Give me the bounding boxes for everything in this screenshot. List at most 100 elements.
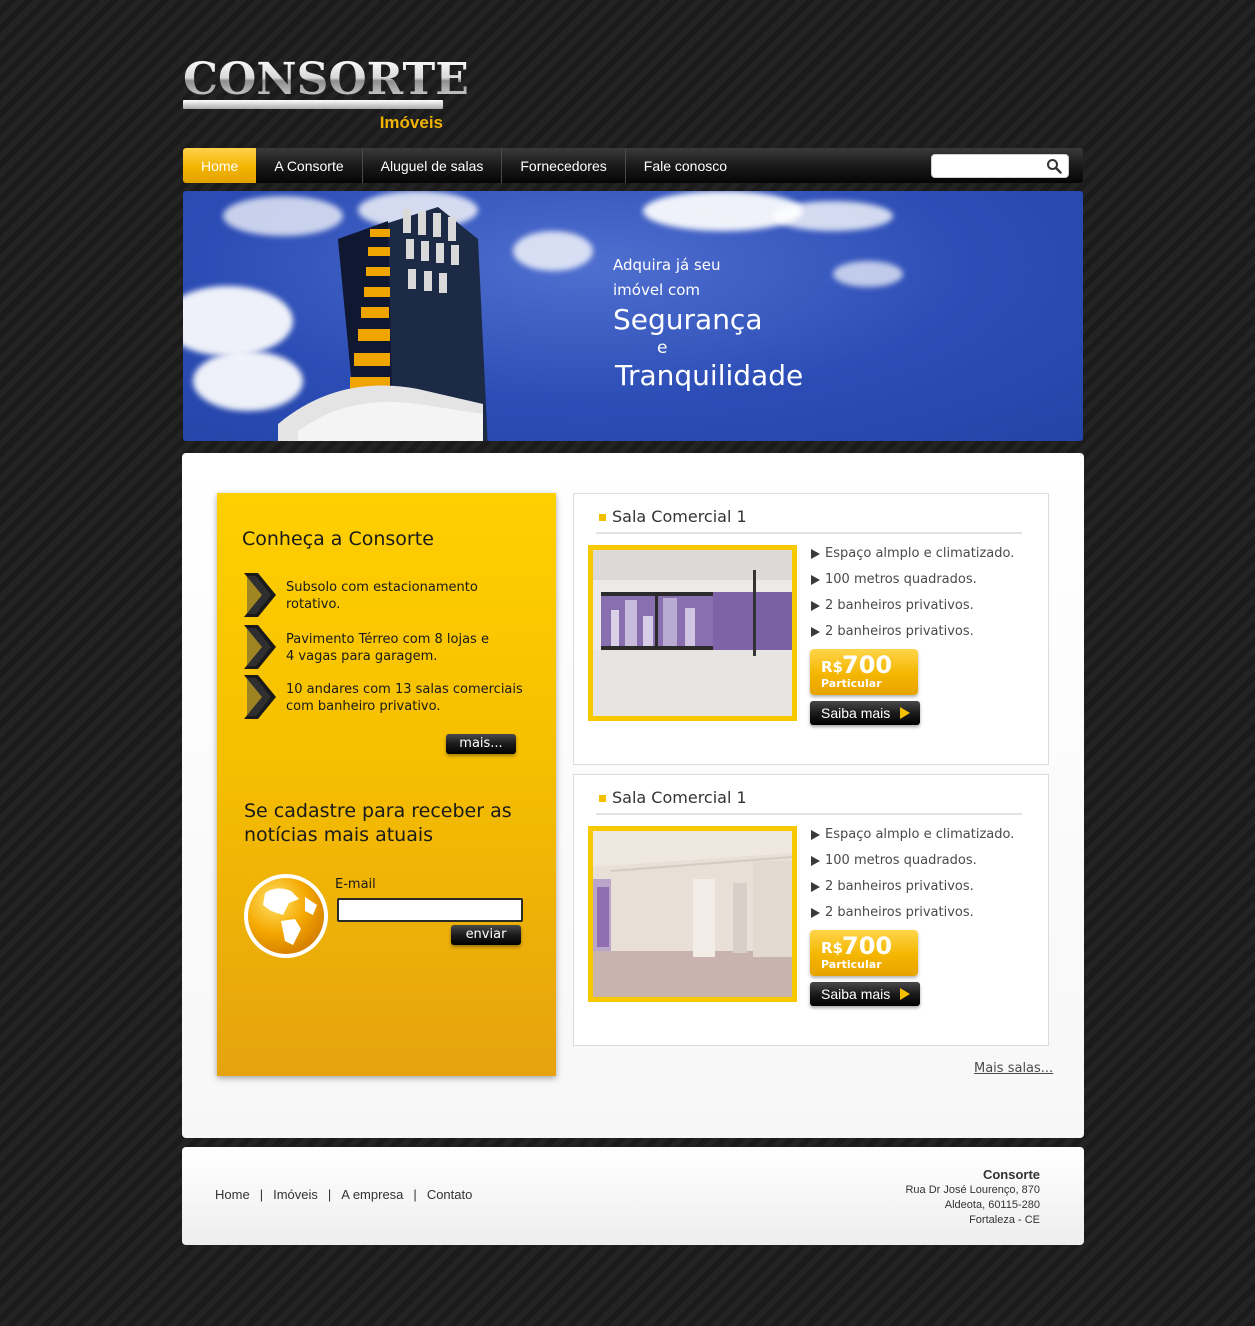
price-note: Particular — [821, 677, 882, 690]
feature-text: Espaço almplo e climatizado. — [825, 546, 1015, 561]
banner-line-5: Tranquilidade — [615, 359, 804, 392]
search-icon[interactable] — [1046, 158, 1062, 174]
learn-more-button[interactable]: Saiba mais — [810, 701, 920, 725]
nav-item-home[interactable]: Home — [183, 148, 257, 183]
price-currency: R$ — [821, 658, 843, 676]
footer-link-home[interactable]: Home — [215, 1187, 250, 1202]
banner-line-2: imóvel com — [613, 281, 701, 299]
search-box — [931, 154, 1069, 178]
banner-line-1: Adquira já seu — [613, 256, 721, 274]
triangle-bullet-icon — [811, 575, 820, 585]
nav-item-a-consorte[interactable]: A Consorte — [256, 148, 363, 183]
title-bullet — [599, 795, 606, 802]
address-line: Fortaleza - CE — [969, 1214, 1040, 1226]
feature-item: Espaço almplo e climatizado. — [811, 545, 1014, 571]
price-note: Particular — [821, 958, 882, 971]
separator: | — [413, 1187, 417, 1202]
chevron-right-icon — [244, 675, 276, 719]
triangle-bullet-icon — [811, 908, 820, 918]
triangle-bullet-icon — [811, 627, 820, 637]
room-photo[interactable] — [588, 545, 797, 721]
email-field[interactable] — [337, 898, 523, 922]
company-name: Consorte — [982, 1167, 1040, 1182]
feature-text: 2 banheiros privativos. — [825, 598, 974, 613]
triangle-bullet-icon — [811, 830, 820, 840]
about-panel: Conheça a Consorte Subsolo com estaciona… — [217, 493, 556, 1076]
about-feature: 10 andares com 13 salas comerciais com b… — [242, 673, 542, 721]
play-arrow-icon — [900, 707, 910, 719]
feature-text: 100 metros quadrados. — [825, 853, 977, 868]
footer-link-a-empresa[interactable]: A empresa — [341, 1187, 403, 1202]
logo-underline — [183, 100, 443, 109]
feature-item: 100 metros quadrados. — [811, 852, 1014, 878]
price-badge: R$ 700 Particular — [810, 930, 918, 976]
separator: | — [327, 1187, 332, 1202]
nav-item-fale-conosco[interactable]: Fale conosco — [626, 148, 745, 183]
more-button[interactable]: mais... — [446, 734, 516, 754]
nav-item-aluguel-de-salas[interactable]: Aluguel de salas — [363, 148, 503, 183]
price-currency: R$ — [821, 939, 843, 957]
triangle-bullet-icon — [811, 856, 820, 866]
learn-more-label: Saiba mais — [821, 986, 891, 1002]
footer-link-contato[interactable]: Contato — [427, 1187, 473, 1202]
triangle-bullet-icon — [811, 882, 820, 892]
about-feature: Pavimento Térreo com 8 lojas e 4 vagas p… — [242, 623, 542, 671]
footer-nav: Home | Imóveis | A empresa | Contato — [215, 1187, 472, 1202]
price-value: 700 — [842, 651, 893, 679]
about-feature-text: Subsolo com estacionamento rotativo. — [286, 580, 478, 612]
globe-icon — [244, 874, 328, 958]
triangle-bullet-icon — [811, 601, 820, 611]
search-input[interactable] — [938, 155, 1043, 177]
about-feature-text: Pavimento Térreo com 8 lojas e 4 vagas p… — [286, 632, 489, 664]
banner-line-4: e — [657, 338, 668, 358]
address-line: Aldeota, 60115-280 — [944, 1199, 1040, 1211]
room-card: Sala Comercial 1 Espaço almplo e climati… — [573, 493, 1049, 765]
hero-banner: Adquira já seu imóvel com Segurança e Tr… — [183, 191, 1083, 441]
room-features: Espaço almplo e climatizado. 100 metros … — [811, 826, 1014, 930]
logo[interactable]: CONSORTE Imóveis — [183, 58, 469, 138]
divider — [596, 532, 1022, 534]
feature-text: 100 metros quadrados. — [825, 572, 977, 587]
footer-link-imoveis[interactable]: Imóveis — [273, 1187, 318, 1202]
triangle-bullet-icon — [811, 549, 820, 559]
price-value: 700 — [842, 932, 893, 960]
send-button[interactable]: enviar — [451, 925, 521, 945]
footer: Home | Imóveis | A empresa | Contato Con… — [182, 1147, 1084, 1245]
title-bullet — [599, 514, 606, 521]
about-title: Conheça a Consorte — [242, 528, 434, 550]
more-rooms-link[interactable]: Mais salas... — [974, 1061, 1053, 1076]
nav-item-fornecedores[interactable]: Fornecedores — [502, 148, 626, 183]
feature-text: 2 banheiros privativos. — [825, 624, 974, 639]
room-title: Sala Comercial 1 — [612, 507, 747, 526]
banner-line-3: Segurança — [613, 303, 763, 336]
room-card: Sala Comercial 1 Espaço almplo e climati… — [573, 774, 1049, 1046]
building-image — [278, 207, 488, 441]
feature-text: Espaço almplo e climatizado. — [825, 827, 1015, 842]
address-line: Rua Dr José Lourenço, 870 — [905, 1184, 1040, 1196]
divider — [596, 813, 1022, 815]
chevron-right-icon — [244, 573, 276, 617]
logo-wordmark: CONSORTE — [183, 54, 469, 105]
feature-item: Espaço almplo e climatizado. — [811, 826, 1014, 852]
banner-headline: Adquira já seu imóvel com Segurança e Tr… — [613, 253, 803, 393]
main-nav: Home A Consorte Aluguel de salas Fornece… — [183, 148, 1083, 183]
feature-item: 2 banheiros privativos. — [811, 878, 1014, 904]
feature-item: 2 banheiros privativos. — [811, 597, 1014, 623]
chevron-right-icon — [244, 625, 276, 669]
newsletter-title: Se cadastre para receber as notícias mai… — [244, 800, 512, 846]
room-photo[interactable] — [588, 826, 797, 1002]
footer-address: Consorte Rua Dr José Lourenço, 870 Aldeo… — [905, 1167, 1040, 1228]
separator: | — [259, 1187, 264, 1202]
learn-more-button[interactable]: Saiba mais — [810, 982, 920, 1006]
email-label: E-mail — [335, 877, 376, 892]
room-title: Sala Comercial 1 — [612, 788, 747, 807]
price-badge: R$ 700 Particular — [810, 649, 918, 695]
feature-text: 2 banheiros privativos. — [825, 905, 974, 920]
main-content: Conheça a Consorte Subsolo com estaciona… — [182, 453, 1084, 1138]
feature-item: 100 metros quadrados. — [811, 571, 1014, 597]
about-feature: Subsolo com estacionamento rotativo. — [242, 571, 542, 619]
logo-subtitle: Imóveis — [379, 113, 443, 132]
feature-item: 2 banheiros privativos. — [811, 623, 1014, 649]
room-features: Espaço almplo e climatizado. 100 metros … — [811, 545, 1014, 649]
feature-item: 2 banheiros privativos. — [811, 904, 1014, 930]
